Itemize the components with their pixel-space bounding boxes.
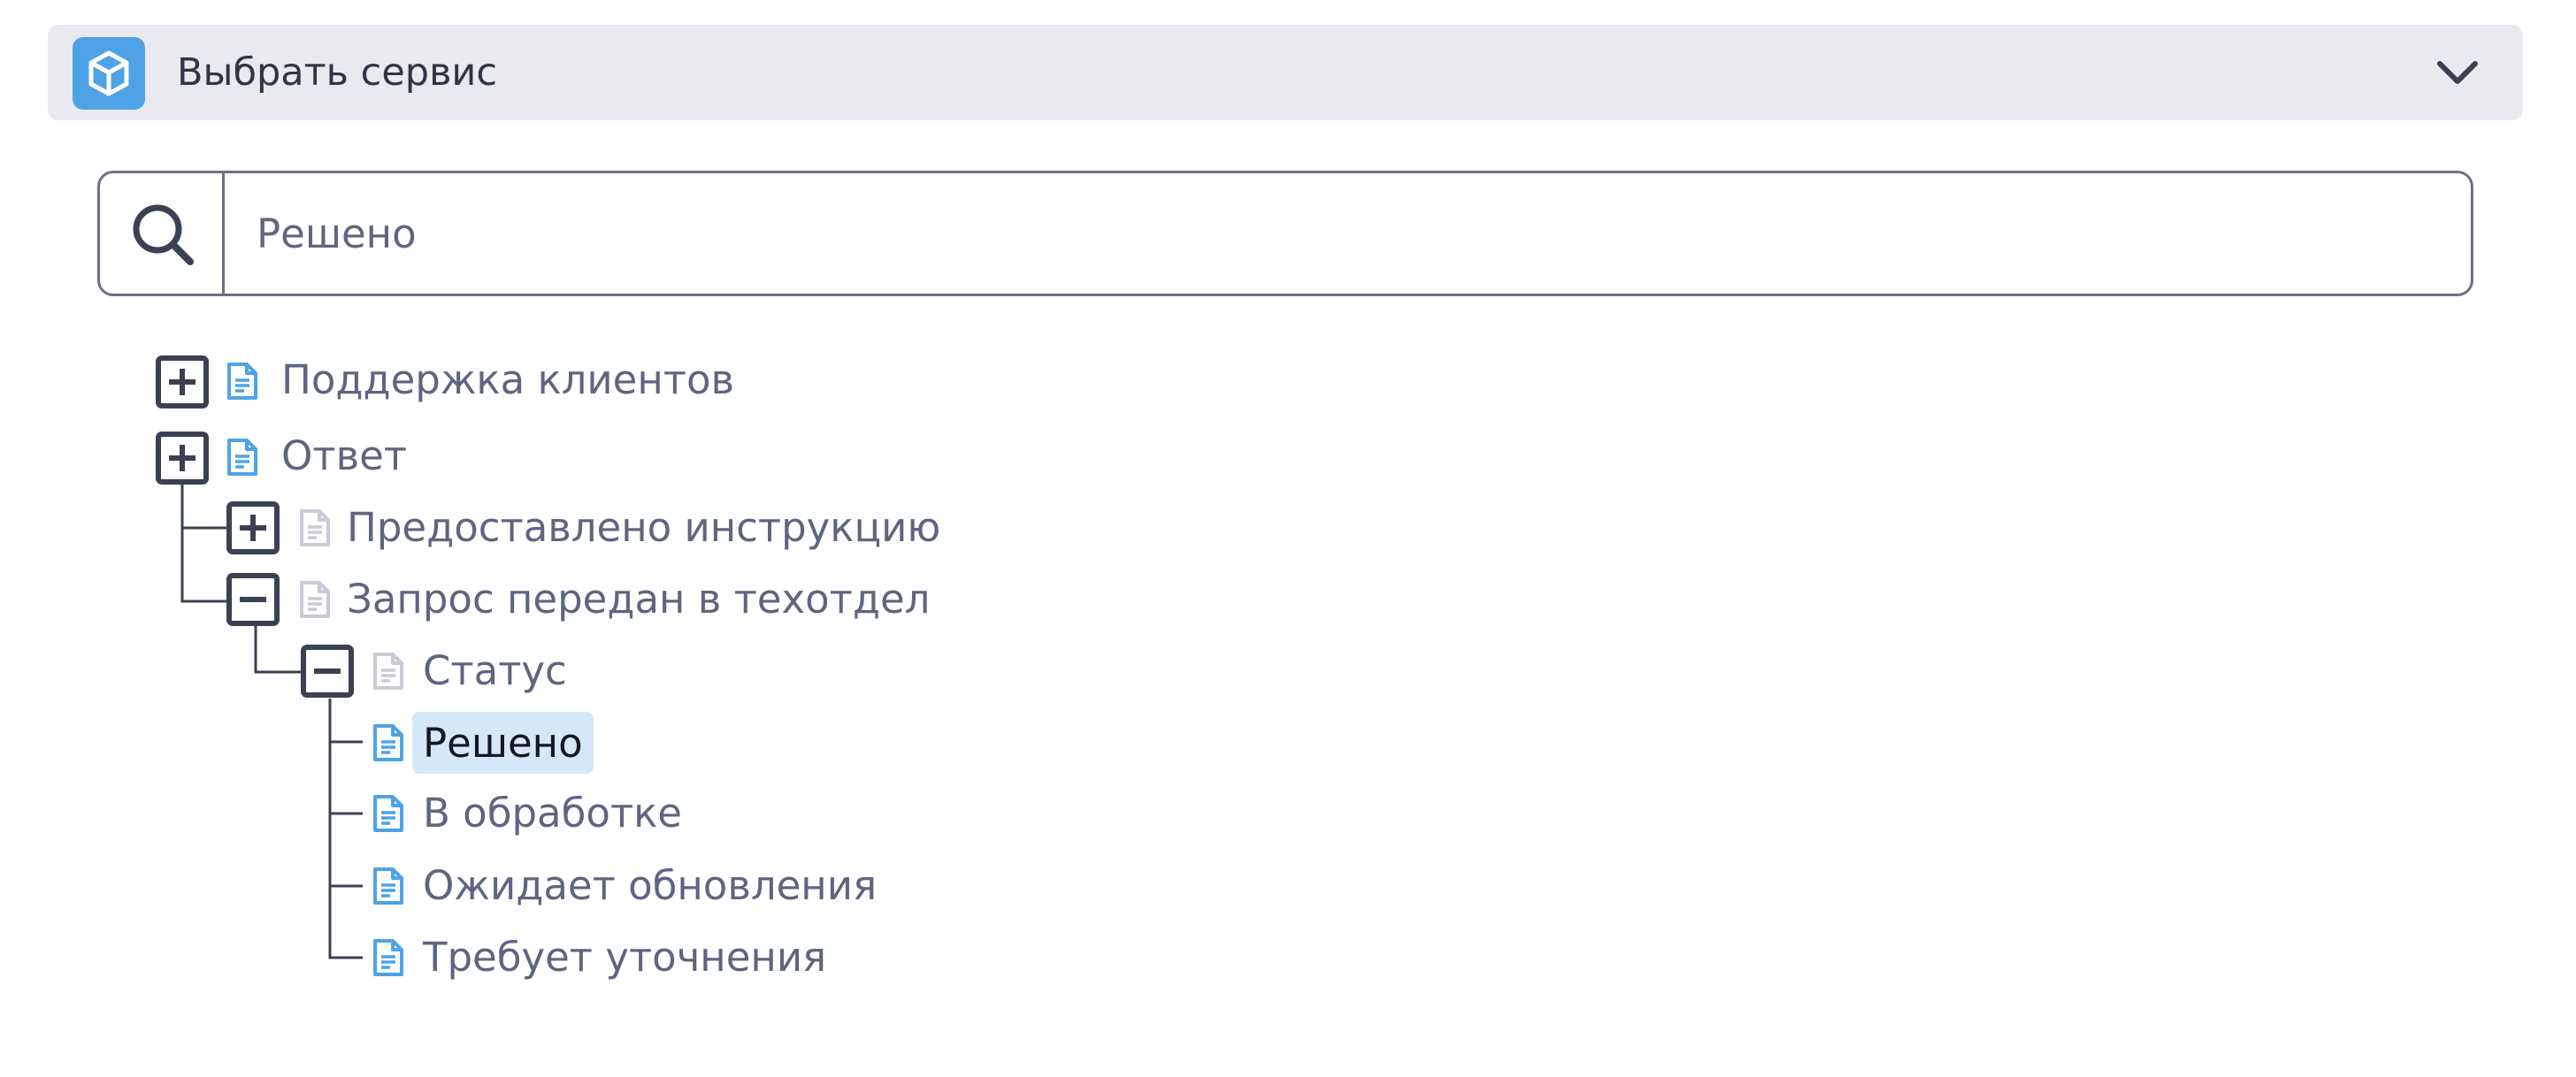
document-icon <box>227 439 257 476</box>
tree-node-label[interactable]: Статус <box>423 645 567 698</box>
document-icon <box>373 939 403 976</box>
document-icon <box>373 795 403 832</box>
collapse-toggle-icon[interactable] <box>301 645 354 698</box>
document-icon <box>373 867 403 905</box>
document-icon <box>373 724 403 761</box>
document-icon <box>300 509 330 546</box>
tree-node-label[interactable]: Ожидает обновления <box>423 859 877 913</box>
expand-toggle-icon[interactable] <box>156 432 209 485</box>
tree-node-label[interactable]: Ответ <box>281 430 407 483</box>
tree-node-label[interactable]: В обработке <box>423 787 682 840</box>
tree-node-label[interactable]: Поддержка клиентов <box>281 354 734 407</box>
collapse-toggle-icon[interactable] <box>226 573 280 626</box>
tree-node-label-selected[interactable]: Решено <box>412 712 594 774</box>
expand-toggle-icon[interactable] <box>156 355 209 409</box>
document-icon <box>373 653 403 690</box>
document-icon <box>300 581 330 618</box>
tree-node-label[interactable]: Требует уточнения <box>423 931 826 984</box>
tree-node-label[interactable]: Запрос передан в техотдел <box>347 573 930 626</box>
expand-toggle-icon[interactable] <box>226 501 280 554</box>
document-icon <box>227 363 257 400</box>
tree-node-label[interactable]: Предоставлено инструкцию <box>347 501 940 554</box>
